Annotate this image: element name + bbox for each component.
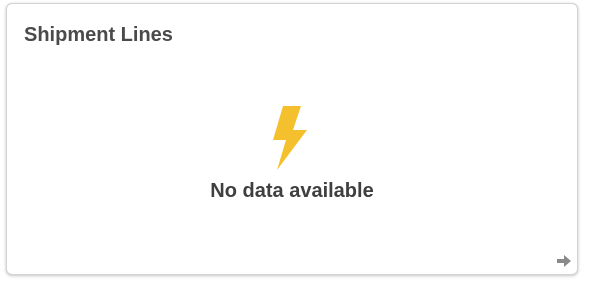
empty-state: No data available (7, 104, 577, 203)
lightning-bolt-icon (273, 106, 307, 170)
arrow-right-icon[interactable] (557, 255, 571, 267)
card-title: Shipment Lines (24, 24, 173, 46)
no-data-message: No data available (210, 180, 374, 202)
shipment-lines-card: Shipment Lines No data available (6, 3, 578, 275)
